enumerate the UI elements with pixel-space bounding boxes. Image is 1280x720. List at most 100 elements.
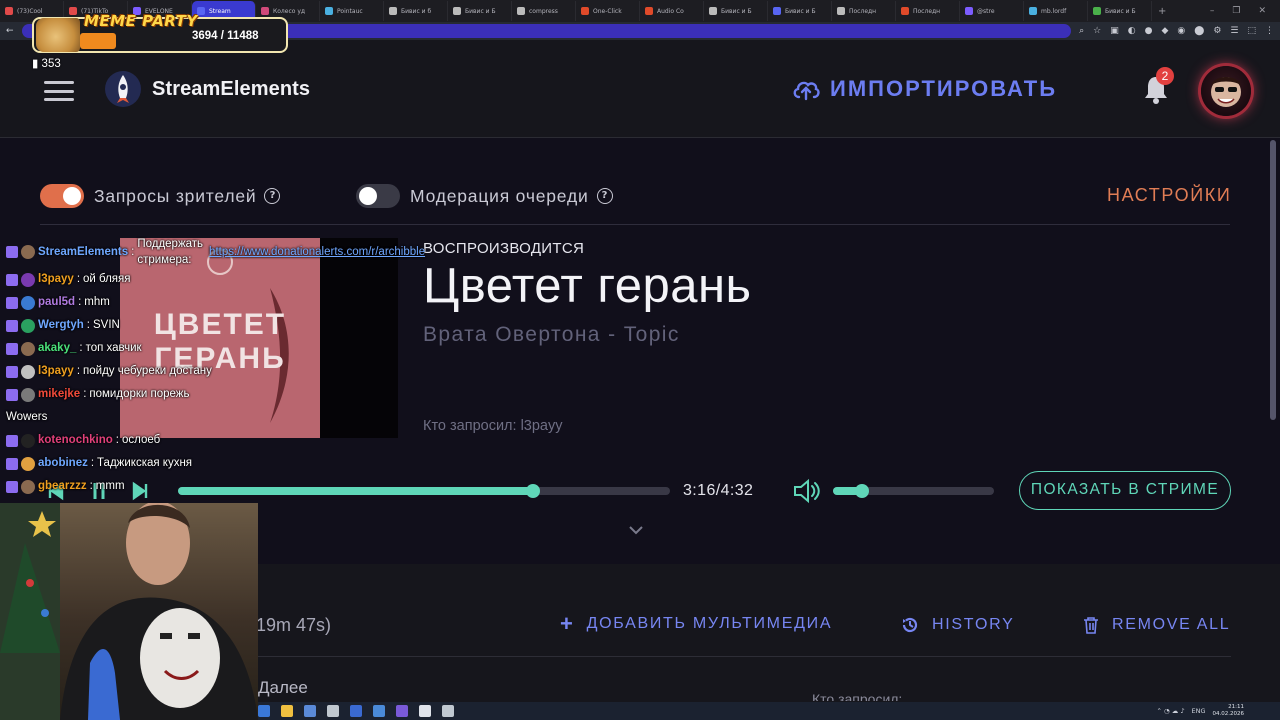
minimize-button[interactable]: – xyxy=(1210,6,1215,16)
chat-separator: : xyxy=(83,388,87,400)
browser-extension-icon[interactable]: ◆ xyxy=(1161,26,1168,36)
add-media-button[interactable]: + ДОБАВИТЬ МУЛЬТИМЕДИА xyxy=(560,613,832,635)
playback-time: 3:16/4:32 xyxy=(683,482,754,499)
chat-separator: : xyxy=(78,296,82,308)
taskbar-app-icon[interactable] xyxy=(327,705,339,717)
taskbar-app-icon[interactable] xyxy=(396,705,408,717)
chat-separator: : xyxy=(76,273,81,285)
tab-favicon-icon xyxy=(965,7,973,15)
taskbar-app-icon[interactable] xyxy=(281,705,293,717)
help-icon[interactable]: ? xyxy=(264,188,281,204)
browser-tab[interactable]: One-Click xyxy=(576,1,640,21)
viewer-requests-switch[interactable] xyxy=(40,184,84,208)
browser-tab[interactable]: Последн xyxy=(896,1,960,21)
taskbar-app-icon[interactable] xyxy=(258,705,270,717)
thumbnail-letterbox xyxy=(320,238,398,438)
new-tab-button[interactable]: + xyxy=(1152,6,1172,17)
tab-favicon-icon xyxy=(645,7,653,15)
progress-knob[interactable] xyxy=(525,484,540,498)
chat-text: Wowers xyxy=(6,411,48,423)
browser-tab[interactable]: Бивис и б xyxy=(384,1,448,21)
taskbar-app-icon[interactable] xyxy=(350,705,362,717)
brand-logo[interactable]: StreamElements xyxy=(104,70,310,108)
back-arrow-icon[interactable]: ← xyxy=(6,26,14,36)
chat-overlay: StreamElements: Поддержать стримера: https… xyxy=(6,236,425,498)
tab-label: @stre xyxy=(977,7,995,15)
tray-icons[interactable]: ⌃ ◔ ☁ ♪ xyxy=(1157,707,1185,715)
remove-all-button[interactable]: REMOVE ALL xyxy=(1082,615,1230,635)
history-icon xyxy=(902,617,918,633)
browser-extension-icon[interactable]: ⚙ xyxy=(1213,26,1221,36)
history-button[interactable]: HISTORY xyxy=(900,615,1014,635)
browser-extension-icon[interactable]: ☰ xyxy=(1230,26,1238,36)
browser-extension-icon[interactable]: ◐ xyxy=(1128,26,1136,36)
close-window-button[interactable]: ✕ xyxy=(1258,6,1266,16)
remove-all-label: REMOVE ALL xyxy=(1112,616,1231,633)
menu-icon[interactable] xyxy=(44,81,74,101)
tab-label: Stream xyxy=(209,7,231,15)
browser-extension-icon[interactable]: ☆ xyxy=(1093,26,1101,36)
taskbar-app-icon[interactable] xyxy=(442,705,454,717)
browser-tab[interactable]: Бивис и Б xyxy=(448,1,512,21)
browser-extension-icon[interactable]: ◉ xyxy=(1177,26,1185,36)
volume-icon[interactable] xyxy=(792,478,822,504)
browser-extension-icon[interactable]: ⌕ xyxy=(1079,26,1084,36)
tab-favicon-icon xyxy=(389,7,397,15)
taskbar-app-icon[interactable] xyxy=(304,705,316,717)
chevron-down-icon[interactable] xyxy=(628,524,644,536)
taskbar-app-icon[interactable] xyxy=(419,705,431,717)
chat-nick: Wergtyh xyxy=(38,319,84,331)
help-icon[interactable]: ? xyxy=(596,188,613,204)
twitch-badge-icon xyxy=(6,365,18,378)
settings-link[interactable]: НАСТРОЙКИ xyxy=(1107,185,1231,206)
browser-tab[interactable]: @stre xyxy=(960,1,1024,21)
clock[interactable]: 21:11 04.02.2026 xyxy=(1213,704,1245,718)
show-on-stream-button[interactable]: ПОКАЗАТЬ В СТРИМЕ xyxy=(1019,471,1231,510)
chat-text: mmm xyxy=(95,480,125,492)
chat-message: l3payy: ой бляяя xyxy=(6,268,256,291)
track-title: Цветет герань xyxy=(423,259,752,313)
now-playing-status: ВОСПРОИЗВОДИТСЯ xyxy=(423,240,585,257)
browser-tab[interactable]: Бивис и Б xyxy=(1088,1,1152,21)
queue-moderation-switch[interactable] xyxy=(356,184,400,208)
chat-text: топ хавчик xyxy=(85,342,142,354)
chat-avatar-icon xyxy=(21,456,35,471)
language-indicator[interactable]: ENG xyxy=(1191,707,1205,715)
volume-knob[interactable] xyxy=(854,484,869,498)
volume-slider[interactable] xyxy=(833,484,994,498)
viewer-icon: ▮ xyxy=(32,58,39,70)
browser-extension-icon[interactable]: ⬚ xyxy=(1247,26,1256,36)
chat-nick: StreamElements xyxy=(38,246,129,258)
tab-favicon-icon xyxy=(517,7,525,15)
notification-badge: 2 xyxy=(1156,67,1174,85)
browser-extension-icon[interactable]: ● xyxy=(1145,26,1153,36)
chat-link[interactable]: https://www.donationalerts.com/r/archibb… xyxy=(209,244,425,260)
chat-message: StreamElements: Поддержать стримера: https… xyxy=(6,236,425,268)
system-tray: ⌃ ◔ ☁ ♪ ENG 21:11 04.02.2026 xyxy=(1157,704,1244,718)
twitch-badge-icon xyxy=(6,296,18,309)
browser-tab[interactable]: Последн xyxy=(832,1,896,21)
maximize-button[interactable]: ❐ xyxy=(1232,6,1240,16)
browser-extension-icon[interactable]: ⋮ xyxy=(1265,26,1274,36)
browser-extension-icon[interactable]: ▣ xyxy=(1110,26,1119,36)
meme-party-count: 3694 / 11488 xyxy=(192,30,259,42)
clock-time: 21:11 xyxy=(1228,704,1244,710)
browser-tab[interactable]: Бивис и Б xyxy=(704,1,768,21)
tab-label: mb.lordf xyxy=(1041,7,1067,15)
browser-tab[interactable]: Бивис и Б xyxy=(768,1,832,21)
taskbar-app-icon[interactable] xyxy=(373,705,385,717)
webcam-image xyxy=(0,503,258,720)
browser-tab[interactable]: compress xyxy=(512,1,576,21)
tab-favicon-icon xyxy=(1093,7,1101,15)
browser-extension-icon[interactable]: ⬤ xyxy=(1194,26,1204,36)
browser-tab[interactable]: mb.lordf xyxy=(1024,1,1088,21)
chat-nick: mikejke xyxy=(38,388,81,400)
tab-label: (73)Cool xyxy=(17,7,43,15)
chat-message: mikejke: помидорки порежь xyxy=(6,383,256,406)
browser-tab[interactable]: Audio Co xyxy=(640,1,704,21)
avatar[interactable] xyxy=(1201,66,1251,116)
tab-label: One-Click xyxy=(593,7,622,15)
page-scrollbar[interactable] xyxy=(1270,140,1276,420)
browser-tab[interactable]: Pointauc xyxy=(320,1,384,21)
import-button[interactable]: ИМПОРТИРОВАТЬ xyxy=(792,76,1057,102)
